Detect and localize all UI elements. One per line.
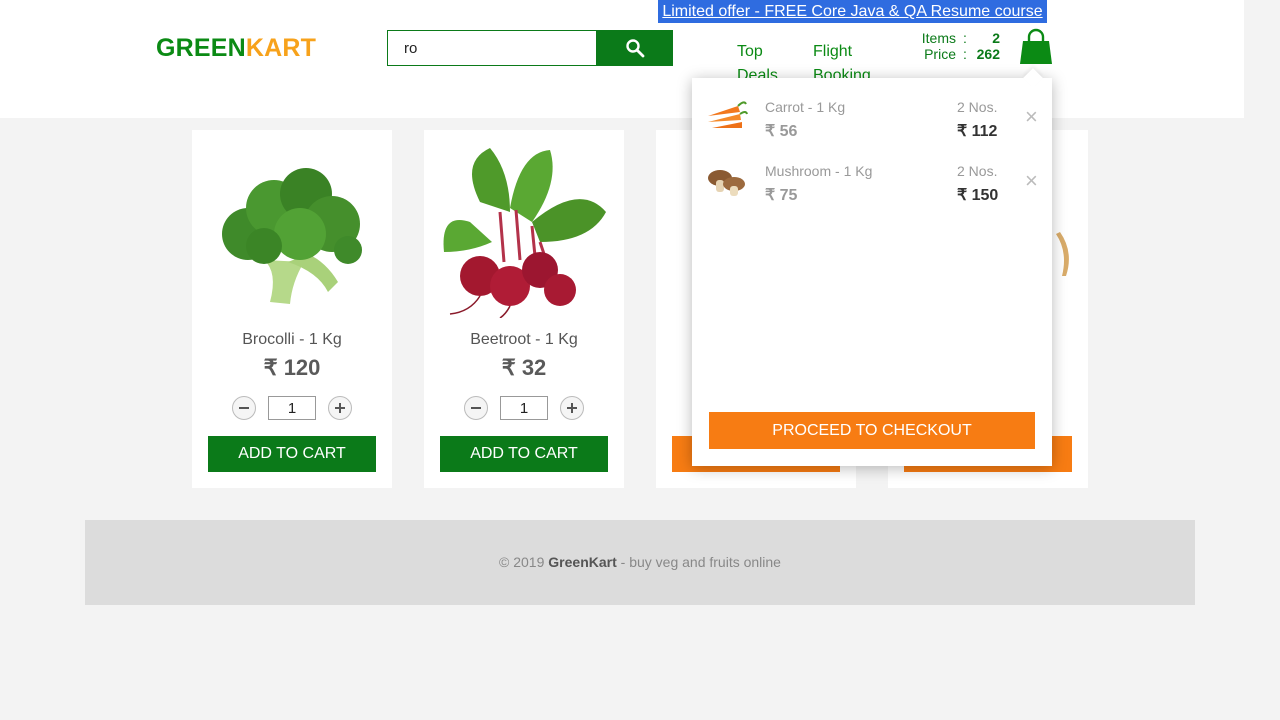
add-to-cart-button[interactable]: ADD TO CART	[208, 436, 376, 472]
increment-button[interactable]	[560, 396, 584, 420]
quantity-input[interactable]	[500, 396, 548, 420]
footer-tagline: - buy veg and fruits online	[620, 554, 781, 570]
product-card: Beetroot - 1 Kg ₹ 32 ADD TO CART	[424, 130, 624, 488]
cart-item-price: ₹ 75	[765, 187, 798, 204]
plus-icon	[335, 403, 345, 413]
footer: © 2019 GreenKart - buy veg and fruits on…	[85, 520, 1195, 605]
cart-item-amount: ₹ 112	[957, 123, 998, 140]
price-total: 262	[976, 46, 1000, 62]
cart-item-quantity: 2 Nos.	[957, 163, 998, 179]
search-bar	[387, 30, 673, 66]
remove-item-button[interactable]: ×	[1025, 170, 1038, 192]
cart-item-name: Mushroom - 1 Kg	[765, 163, 873, 179]
price-separator: :	[963, 46, 967, 62]
product-card: Brocolli - 1 Kg ₹ 120 ADD TO CART	[192, 130, 392, 488]
product-price: ₹ 120	[263, 355, 321, 380]
cart-item-price: ₹ 56	[765, 123, 798, 140]
cart-item-amount: ₹ 150	[957, 187, 999, 204]
quantity-stepper	[464, 396, 584, 420]
cart-item-quantity: 2 Nos.	[957, 99, 998, 115]
footer-brand: GreenKart	[548, 554, 617, 570]
product-price: ₹ 32	[501, 355, 547, 380]
brand-green: GREEN	[156, 34, 246, 62]
header: GREENKART Top Deals Flight Booking Items…	[0, 0, 1244, 118]
decrement-button[interactable]	[464, 396, 488, 420]
footer-copyright: © 2019	[499, 554, 545, 570]
plus-icon	[567, 403, 577, 413]
quantity-input[interactable]	[268, 396, 316, 420]
cart-bag-icon[interactable]	[1018, 28, 1054, 68]
beetroot-image	[443, 148, 606, 318]
brand-logo: GREENKART	[156, 34, 316, 63]
search-icon	[625, 39, 644, 58]
mushroom-thumbnail	[708, 170, 745, 196]
cart-preview-popup: Carrot - 1 Kg ₹ 56 2 Nos. ₹ 112 × Mushro…	[692, 68, 1052, 466]
limited-offer-link[interactable]: Limited offer - FREE Core Java & QA Resu…	[658, 0, 1047, 23]
cart-info: Items : 2 Price : 262	[900, 30, 1000, 62]
price-label: Price	[924, 46, 956, 62]
quantity-stepper	[232, 396, 352, 420]
add-to-cart-button[interactable]: ADD TO CART	[440, 436, 608, 472]
increment-button[interactable]	[328, 396, 352, 420]
proceed-to-checkout-button[interactable]: PROCEED TO CHECKOUT	[709, 412, 1035, 449]
cart-item: Mushroom - 1 Kg ₹ 75 2 Nos. ₹ 150 ×	[692, 150, 1052, 204]
carrot-thumbnail	[708, 101, 748, 128]
minus-icon	[471, 407, 481, 409]
minus-icon	[239, 407, 249, 409]
items-count: 2	[992, 30, 1000, 46]
product-name: Brocolli - 1 Kg	[242, 331, 342, 348]
cart-item: Carrot - 1 Kg ₹ 56 2 Nos. ₹ 112 ×	[692, 86, 1052, 140]
decrement-button[interactable]	[232, 396, 256, 420]
remove-item-button[interactable]: ×	[1025, 106, 1038, 128]
items-separator: :	[963, 30, 967, 46]
brand-kart: KART	[245, 34, 317, 62]
search-input[interactable]	[387, 30, 597, 66]
items-label: Items	[921, 30, 956, 46]
broccoli-image	[222, 168, 362, 304]
cart-item-name: Carrot - 1 Kg	[765, 99, 846, 115]
search-button[interactable]	[596, 30, 673, 66]
product-name: Beetroot - 1 Kg	[470, 331, 578, 348]
